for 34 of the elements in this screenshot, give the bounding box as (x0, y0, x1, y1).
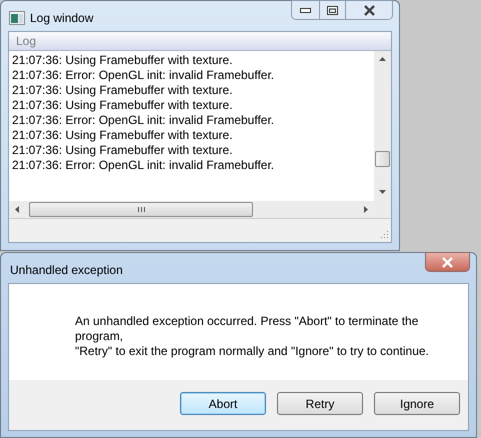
maximize-icon (327, 6, 338, 14)
scroll-left-icon (15, 206, 19, 213)
minimize-icon (300, 8, 311, 12)
close-icon (441, 256, 454, 268)
log-line: 21:07:36: Using Framebuffer with texture. (12, 83, 234, 98)
log-line: 21:07:36: Using Framebuffer with texture. (12, 143, 234, 158)
log-line: 21:07:36: Error: OpenGL init: invalid Framebuffer. (12, 113, 276, 128)
close-button[interactable] (346, 1, 392, 19)
dialog-button[interactable]: Ignore (374, 392, 460, 415)
log-line: 21:07:36: Error: OpenGL init: invalid Framebuffer. (12, 158, 276, 173)
dialog-button[interactable]: Abort (180, 392, 266, 415)
error-message: An unhandled exception occurred. Press "Abort" to terminate the program, "Retry" to exit the program normally and "Ignore" to try to continue. (75, 314, 430, 359)
log-line: 21:07:36: Using Framebuffer with texture. (12, 98, 234, 113)
maximize-button[interactable] (320, 1, 346, 19)
minimize-button[interactable] (292, 1, 320, 19)
close-icon (362, 4, 376, 16)
dialog-title: Unhandled exception (10, 262, 123, 279)
window-title: Log window (30, 10, 94, 27)
dialog-button[interactable]: Retry (277, 392, 363, 415)
scroll-right-icon (364, 206, 368, 213)
scroll-thumb[interactable] (29, 202, 253, 217)
log-line: 21:07:36: Error: OpenGL init: invalid Framebuffer. (12, 68, 276, 83)
app-icon (9, 11, 25, 25)
log-line: 21:07:36: Using Framebuffer with texture. (12, 128, 234, 143)
close-button[interactable] (425, 252, 470, 272)
log-line: 21:07:36: Using Framebuffer with texture. (12, 53, 234, 68)
size-grip-icon[interactable] (379, 230, 389, 240)
scroll-thumb[interactable] (375, 151, 390, 167)
horizontal-scrollbar[interactable] (9, 201, 374, 218)
panel-title: Log (16, 33, 36, 50)
vertical-scrollbar[interactable] (374, 51, 391, 201)
scroll-down-icon (379, 190, 386, 194)
scroll-up-icon (379, 57, 386, 61)
grip-icon (138, 207, 144, 212)
